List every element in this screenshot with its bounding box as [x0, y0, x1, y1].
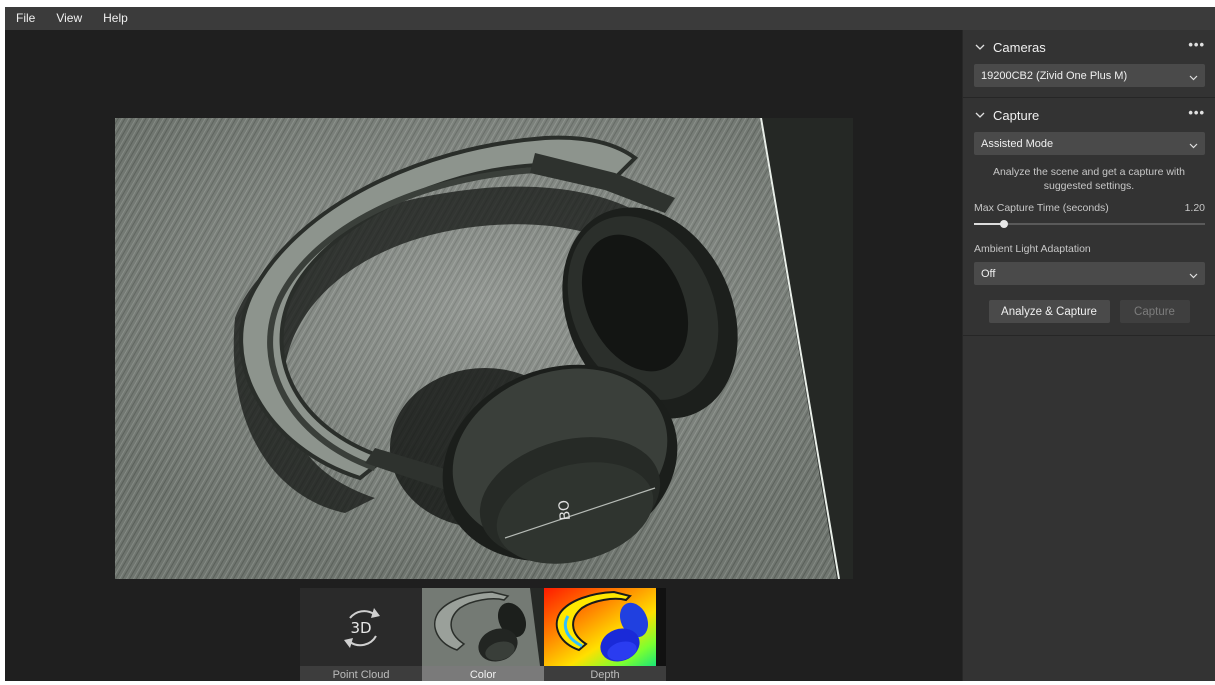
slider-handle[interactable] [1000, 220, 1009, 228]
section-divider [963, 335, 1215, 336]
hint-line-1: Analyze the scene and get a capture with [992, 166, 1186, 178]
cameras-title: Cameras [993, 39, 1046, 55]
view-mode-selector: 3D Point Cloud Color Depth [300, 588, 666, 681]
camera-select-value: 19200CB2 (Zivid One Plus M) [981, 69, 1128, 82]
ambient-light-value: Off [981, 267, 996, 280]
max-capture-time-label: Max Capture Time (seconds) [974, 202, 1109, 214]
chevron-down-icon [1189, 72, 1198, 84]
menu-view[interactable]: View [45, 7, 92, 30]
more-options-icon[interactable]: ••• [1188, 106, 1205, 119]
chevron-down-icon [1189, 270, 1198, 282]
thumb-color[interactable]: Color [422, 588, 544, 681]
svg-text:BO: BO [556, 499, 574, 521]
ambient-light-select[interactable]: Off [974, 262, 1205, 285]
capture-button[interactable]: Capture [1119, 300, 1190, 323]
svg-text:3D: 3D [350, 619, 371, 637]
capture-mode-value: Assisted Mode [981, 137, 1054, 150]
color-image-thumbnail [422, 588, 544, 666]
max-capture-time-slider[interactable] [974, 220, 1205, 228]
menu-file[interactable]: File [5, 7, 45, 30]
chevron-down-icon [975, 44, 987, 51]
thumb-color-label: Color [422, 666, 544, 681]
capture-buttons: Analyze & Capture Capture [963, 300, 1215, 323]
menubar: File View Help [5, 7, 1215, 30]
hint-line-2: suggested settings. [1043, 180, 1135, 192]
thumb-depth-label: Depth [544, 666, 666, 681]
analyze-capture-button[interactable]: Analyze & Capture [988, 300, 1110, 323]
thumb-point-cloud[interactable]: 3D Point Cloud [300, 588, 422, 681]
more-options-icon[interactable]: ••• [1188, 38, 1205, 51]
assisted-mode-hint: Analyze the scene and get a capture with… [975, 165, 1203, 193]
cameras-section-header[interactable]: Cameras ••• [963, 30, 1215, 64]
capture-section-header[interactable]: Capture ••• [963, 98, 1215, 132]
image-viewport: BO 3D Point Cloud Color Depth [5, 30, 962, 681]
menu-help[interactable]: Help [92, 7, 138, 30]
ambient-light-label: Ambient Light Adaptation [974, 243, 1091, 255]
color-image-view[interactable]: BO [115, 118, 853, 579]
depth-image-thumbnail [544, 588, 666, 666]
slider-track [974, 223, 1205, 225]
chevron-down-icon [975, 112, 987, 119]
settings-panel: Cameras ••• 19200CB2 (Zivid One Plus M) … [962, 30, 1215, 681]
max-capture-time-value: 1.20 [1184, 202, 1205, 214]
headphones-image: BO [115, 118, 853, 579]
rotate-3d-icon: 3D [300, 588, 422, 666]
app-window: File View Help BO 3D Point Cloud Color D… [5, 7, 1215, 681]
thumb-depth[interactable]: Depth [544, 588, 666, 681]
chevron-down-icon [1189, 140, 1198, 152]
capture-title: Capture [993, 107, 1040, 123]
capture-mode-select[interactable]: Assisted Mode [974, 132, 1205, 155]
max-capture-time-row: Max Capture Time (seconds) 1.20 [974, 202, 1205, 214]
thumb-point-cloud-label: Point Cloud [300, 666, 422, 681]
camera-select[interactable]: 19200CB2 (Zivid One Plus M) [974, 64, 1205, 87]
